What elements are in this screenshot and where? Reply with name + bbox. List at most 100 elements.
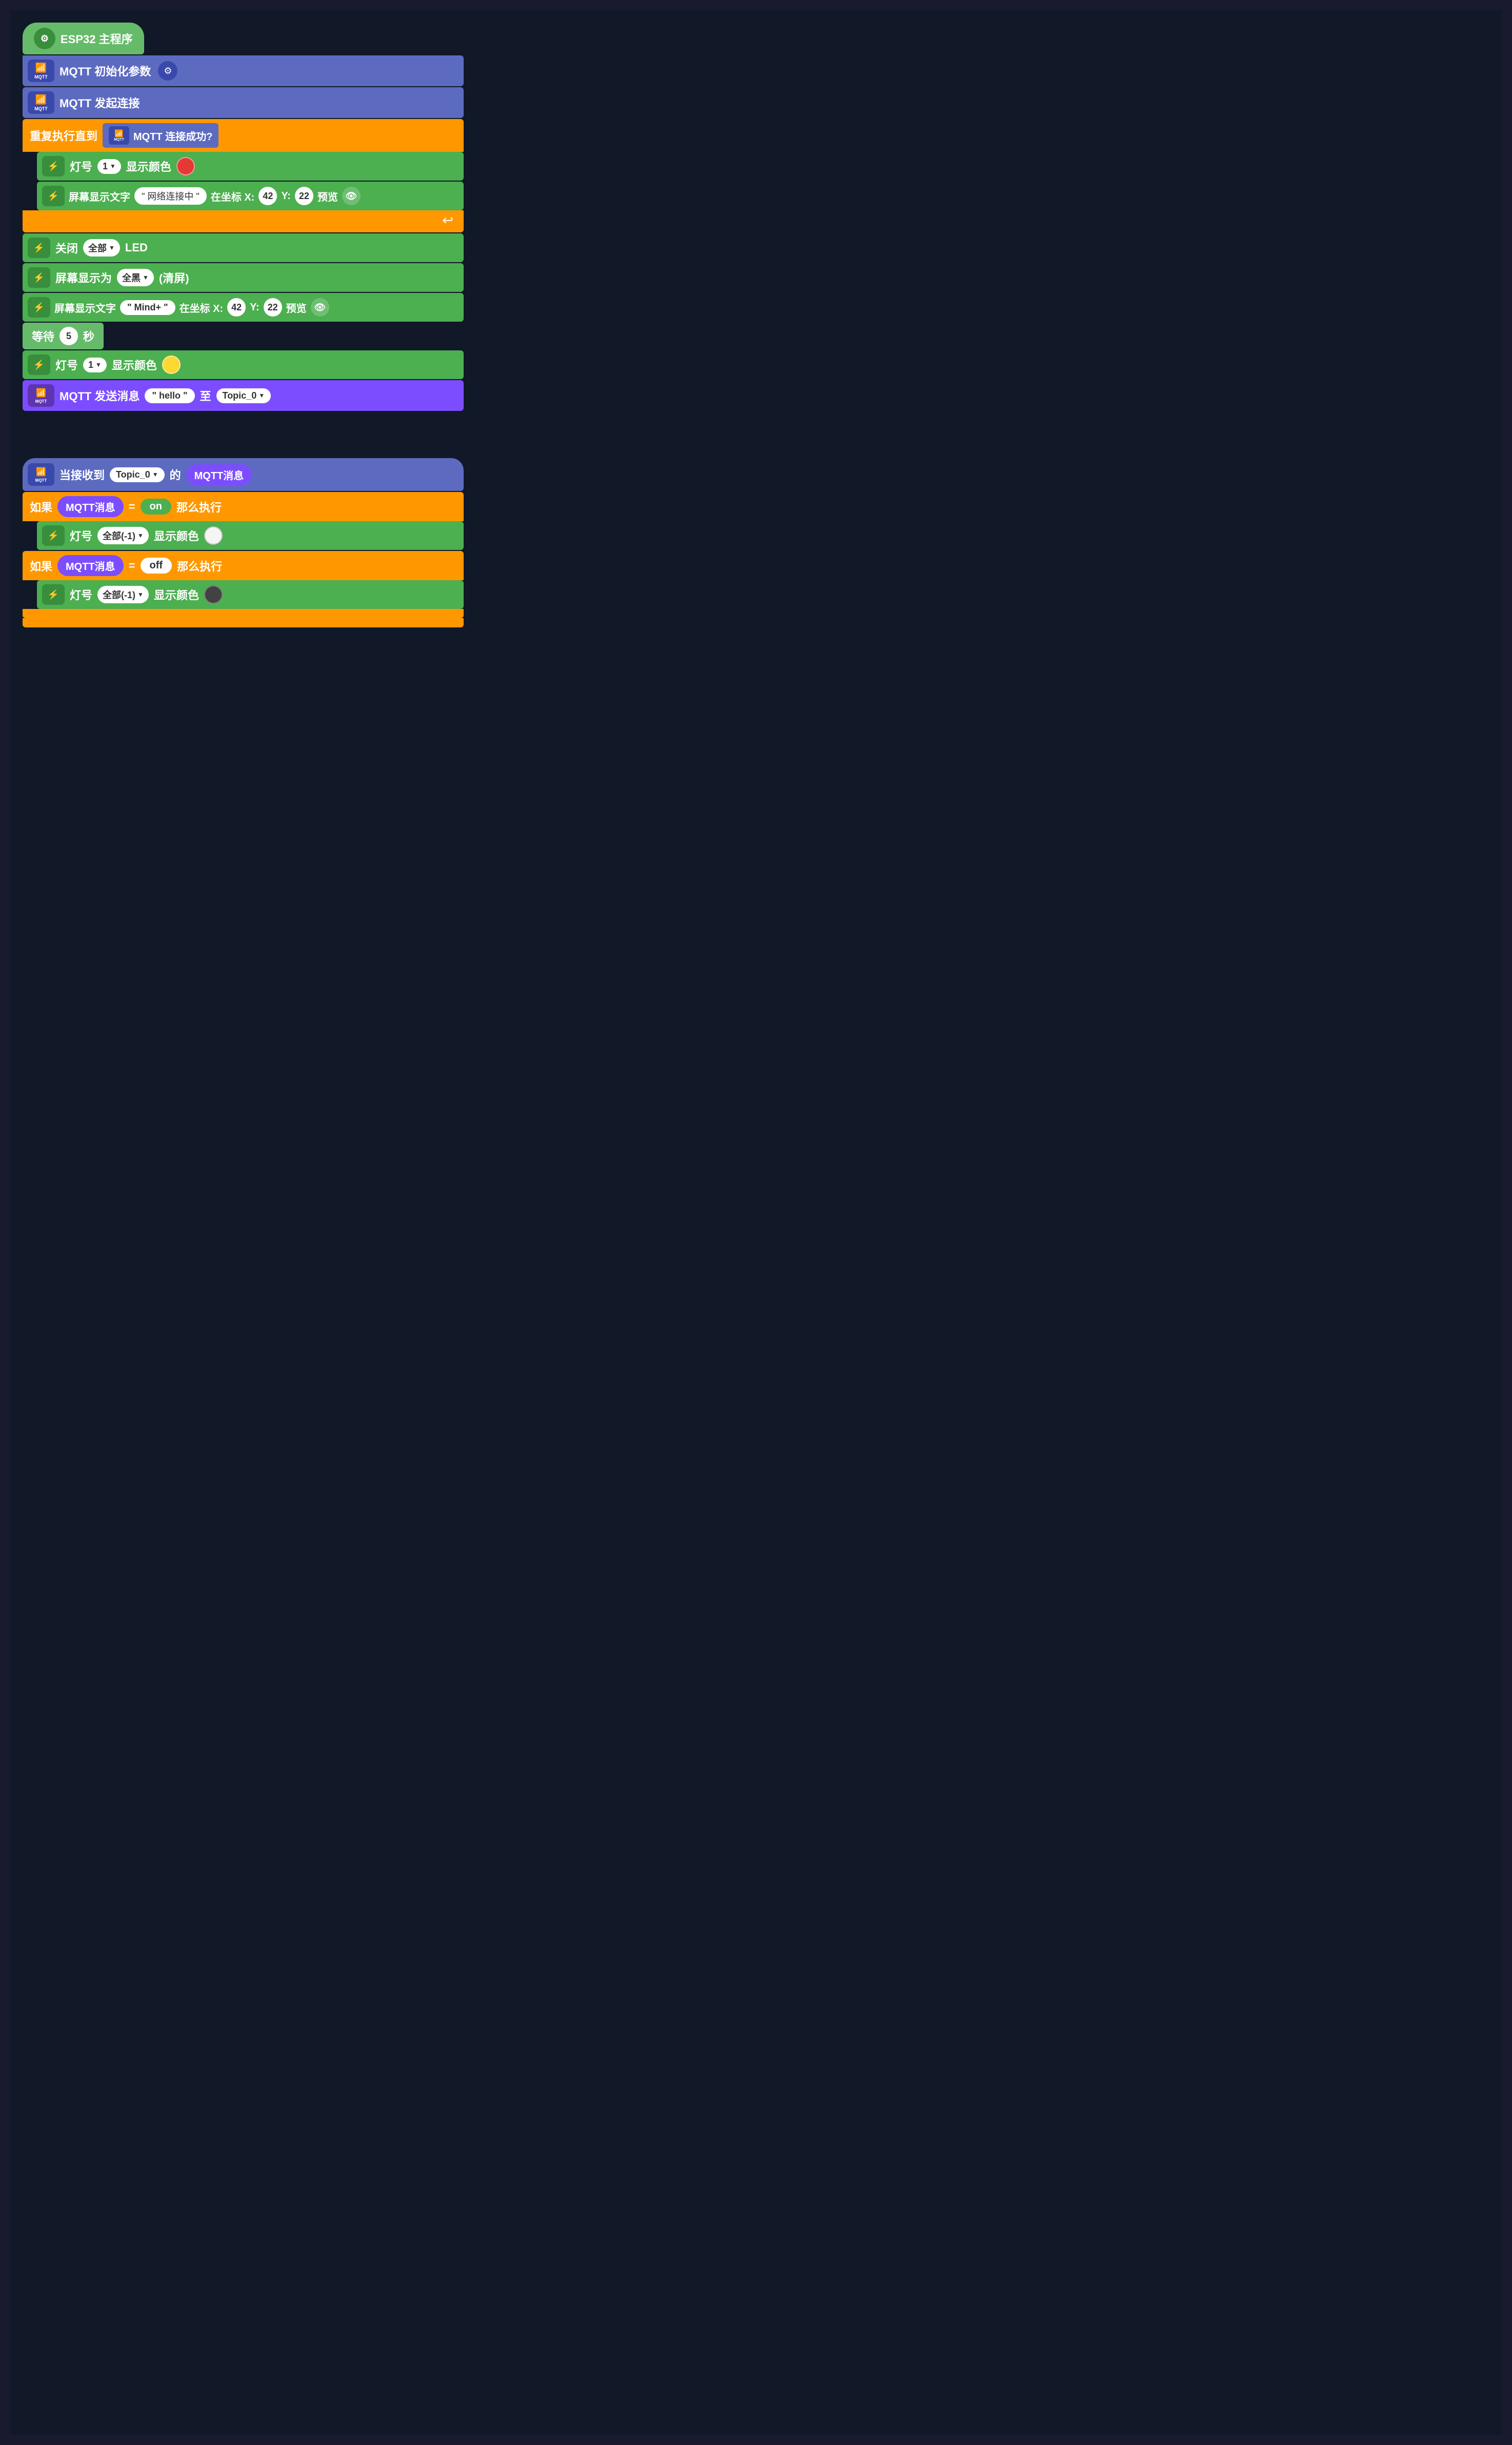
topic0-val: Topic_0 — [223, 390, 257, 401]
topic0-arrow[interactable]: ▼ — [258, 392, 265, 399]
mindplus-string[interactable]: " Mind+ " — [120, 300, 175, 315]
yellow-color-dot[interactable] — [162, 356, 181, 374]
screen-text-label-1: 屏幕显示文字 — [69, 189, 130, 204]
if-on-block: 如果 MQTT消息 = on 那么执行 ⚡ 灯号 全部(-1) ▼ — [23, 492, 464, 627]
mqtt-msg3-label: MQTT消息 — [66, 561, 115, 573]
repeat-until-label: 重复执行直到 — [30, 127, 97, 144]
led-color-red-block: ⚡ 灯号 1 ▼ 显示颜色 — [37, 152, 464, 181]
to-label: 至 — [200, 387, 211, 404]
mqtt-msg-oval-2: MQTT消息 — [57, 496, 124, 517]
section-gap — [23, 412, 464, 458]
off-pill: off — [141, 558, 172, 574]
esp32-hat-block: ⚙ ESP32 主程序 — [23, 23, 144, 54]
hello-string[interactable]: " hello " — [145, 388, 194, 403]
if2-label: 如果 — [30, 558, 52, 574]
mqtt-connect-label: MQTT 发起连接 — [59, 94, 140, 111]
repeat-until-block: 重复执行直到 📶 MQTT MQTT 连接成功? ⚡ 灯号 1 — [23, 119, 464, 232]
if-off-footer — [23, 609, 464, 618]
on-pill: on — [141, 499, 171, 515]
led2-label: 灯号 — [55, 357, 78, 373]
mqtt-connected-label: MQTT 连接成功? — [133, 128, 212, 143]
coord-x-val-1[interactable]: 42 — [258, 187, 277, 205]
preview-eye-2[interactable]: 👁 — [311, 298, 329, 317]
mqtt-init-icon: 📶 MQTT — [28, 60, 54, 82]
led2-num-pill[interactable]: 1 ▼ — [83, 358, 107, 372]
wait-num-pill[interactable]: 5 — [59, 327, 78, 345]
all-minus1-arrow[interactable]: ▼ — [137, 532, 144, 539]
when-receive-hat-block: 📶 MQTT 当接收到 Topic_0 ▼ 的 MQTT消息 — [23, 458, 464, 491]
esp32-icon: ⚙ — [34, 28, 55, 49]
screen-mindplus-block: ⚡ 屏幕显示文字 " Mind+ " 在坐标 X: 42 Y: 22 预览 👁 — [23, 293, 464, 322]
all-minus2-val: 全部(-1) — [103, 588, 135, 601]
net-connecting-value: " 网络连接中 " — [142, 191, 200, 202]
led1-num-pill[interactable]: 1 ▼ — [97, 159, 121, 174]
equals-2: = — [129, 559, 135, 573]
led3-label: 灯号 — [70, 527, 92, 544]
led-dark-block: ⚡ 灯号 全部(-1) ▼ 显示颜色 — [37, 580, 464, 609]
repeat-block-bottom: ↩ — [23, 210, 464, 232]
of-label: 的 — [170, 466, 181, 483]
screen-black-label: 屏幕显示为 — [55, 269, 112, 286]
red-color-dot[interactable] — [176, 157, 195, 175]
mqtt-send-label: MQTT 发送消息 — [59, 387, 140, 404]
black-val: 全黑 — [122, 271, 141, 284]
led-white-block: ⚡ 灯号 全部(-1) ▼ 显示颜色 — [37, 521, 464, 550]
led-icon-1: ⚡ — [42, 156, 65, 176]
preview-eye-1[interactable]: 👁 — [342, 187, 361, 205]
white-color-dot[interactable] — [204, 526, 223, 545]
wait-label: 等待 — [32, 328, 54, 344]
coord-x-val-2[interactable]: 42 — [227, 298, 246, 317]
black-dropdown[interactable]: 全黑 ▼ — [117, 269, 154, 286]
mqtt-init-label: MQTT 初始化参数 — [59, 63, 151, 79]
all-minus2-dropdown[interactable]: 全部(-1) ▼ — [97, 586, 149, 603]
recv-topic-arrow[interactable]: ▼ — [152, 471, 158, 478]
topic0-dropdown[interactable]: Topic_0 ▼ — [216, 388, 271, 403]
coord-y-val-1[interactable]: 22 — [295, 187, 313, 205]
mqtt-connected-condition: 📶 MQTT MQTT 连接成功? — [103, 123, 218, 148]
all-label-val: 全部 — [88, 241, 107, 254]
clear-label: (清屏) — [159, 269, 189, 286]
coord-y-val-2[interactable]: 22 — [264, 298, 282, 317]
recv-topic-val: Topic_0 — [116, 469, 150, 480]
led2-num-val: 1 — [88, 360, 93, 370]
all-dropdown[interactable]: 全部 ▼ — [83, 239, 120, 257]
led-icon-8: ⚡ — [42, 584, 65, 605]
black-dropdown-arrow[interactable]: ▼ — [143, 274, 149, 281]
close-all-led-block: ⚡ 关闭 全部 ▼ LED — [23, 233, 464, 262]
led2-dropdown-arrow[interactable]: ▼ — [95, 361, 102, 368]
esp32-label: ESP32 主程序 — [61, 30, 133, 47]
mqtt-init-gear-button[interactable]: ⚙ — [158, 61, 177, 81]
show-color4-label: 显示颜色 — [154, 586, 199, 603]
net-connecting-string[interactable]: " 网络连接中 " — [134, 187, 207, 205]
led-icon-7: ⚡ — [42, 525, 65, 546]
dark-color-dot[interactable] — [204, 585, 223, 604]
preview-label-2: 预览 — [286, 300, 307, 315]
led-icon-2: ⚡ — [42, 186, 65, 206]
wait-block: 等待 5 秒 — [23, 323, 104, 349]
mqtt-recv-icon: 📶 MQTT — [28, 463, 54, 486]
led-icon-3: ⚡ — [28, 238, 50, 258]
mqtt-msg-label-1: MQTT消息 — [194, 470, 244, 482]
if-off-block: 如果 MQTT消息 = off 那么执行 ⚡ 灯号 — [23, 551, 464, 618]
mindplus-val: " Mind+ " — [127, 302, 168, 312]
all-minus1-dropdown[interactable]: 全部(-1) ▼ — [97, 527, 149, 544]
all-minus2-arrow[interactable]: ▼ — [137, 591, 144, 598]
led-color-yellow-block: ⚡ 灯号 1 ▼ 显示颜色 — [23, 350, 464, 379]
led1-num-value: 1 — [103, 161, 108, 172]
mqtt-send-icon: 📶 MQTT — [28, 384, 54, 407]
led-icon-6: ⚡ — [28, 354, 50, 375]
show-color-label-1: 显示颜色 — [126, 158, 171, 174]
mqtt-connect-block: 📶 MQTT MQTT 发起连接 — [23, 87, 464, 118]
led1-dropdown-arrow[interactable]: ▼ — [110, 163, 116, 170]
coord-y-label-1: Y: — [281, 190, 291, 202]
show-color3-label: 显示颜色 — [154, 527, 199, 544]
equals-1: = — [129, 500, 135, 514]
show-color-label-2: 显示颜色 — [112, 357, 157, 373]
recv-topic-dropdown[interactable]: Topic_0 ▼ — [110, 467, 165, 482]
coord-x-label-2: 在坐标 X: — [180, 300, 224, 315]
on-val: on — [150, 501, 162, 512]
all-dropdown-arrow[interactable]: ▼ — [109, 244, 115, 251]
mqtt-msg-oval-1: MQTT消息 — [186, 464, 252, 485]
if1-label: 如果 — [30, 499, 52, 515]
all-minus1-val: 全部(-1) — [103, 529, 135, 542]
